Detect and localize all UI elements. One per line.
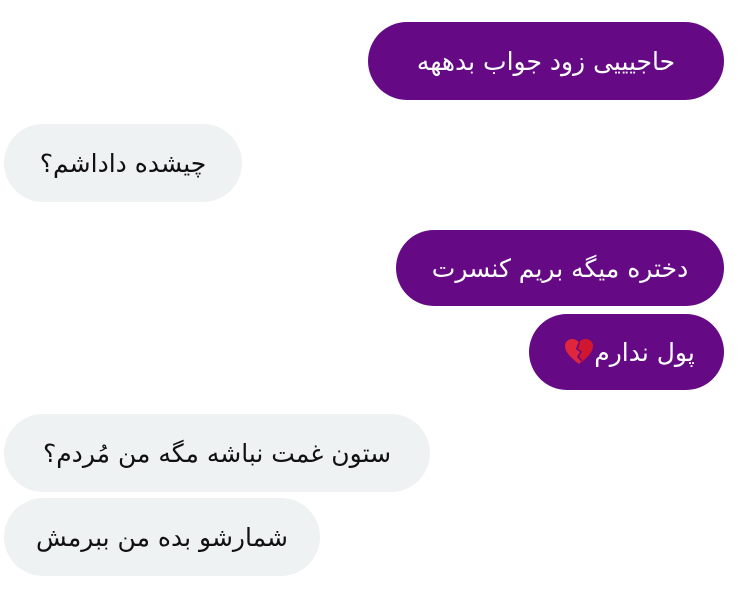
message-text: دختره میگه بریم کنسرت [431, 253, 689, 283]
message-text: چیشده داداشم؟ [39, 148, 207, 178]
message-bubble-received[interactable]: ستون غمت نباشه مگه من مُردم؟ [4, 414, 430, 492]
message-text: شمارشو بده من ببرمش [36, 522, 288, 552]
message-bubble-sent[interactable]: دختره میگه بریم کنسرت [396, 230, 724, 306]
message-bubble-sent[interactable]: پول ندارم [529, 314, 724, 390]
chat-thread: حاجیییی زود جواب بدههه چیشده داداشم؟ دخت… [0, 0, 743, 600]
message-text: ستون غمت نباشه مگه من مُردم؟ [42, 438, 392, 468]
message-bubble-received[interactable]: چیشده داداشم؟ [4, 124, 242, 202]
message-bubble-sent[interactable]: حاجیییی زود جواب بدههه [368, 22, 724, 100]
message-bubble-received[interactable]: شمارشو بده من ببرمش [4, 498, 320, 576]
broken-heart-icon [564, 338, 594, 366]
message-text: پول ندارم [594, 337, 695, 367]
message-text: حاجیییی زود جواب بدههه [416, 46, 676, 76]
